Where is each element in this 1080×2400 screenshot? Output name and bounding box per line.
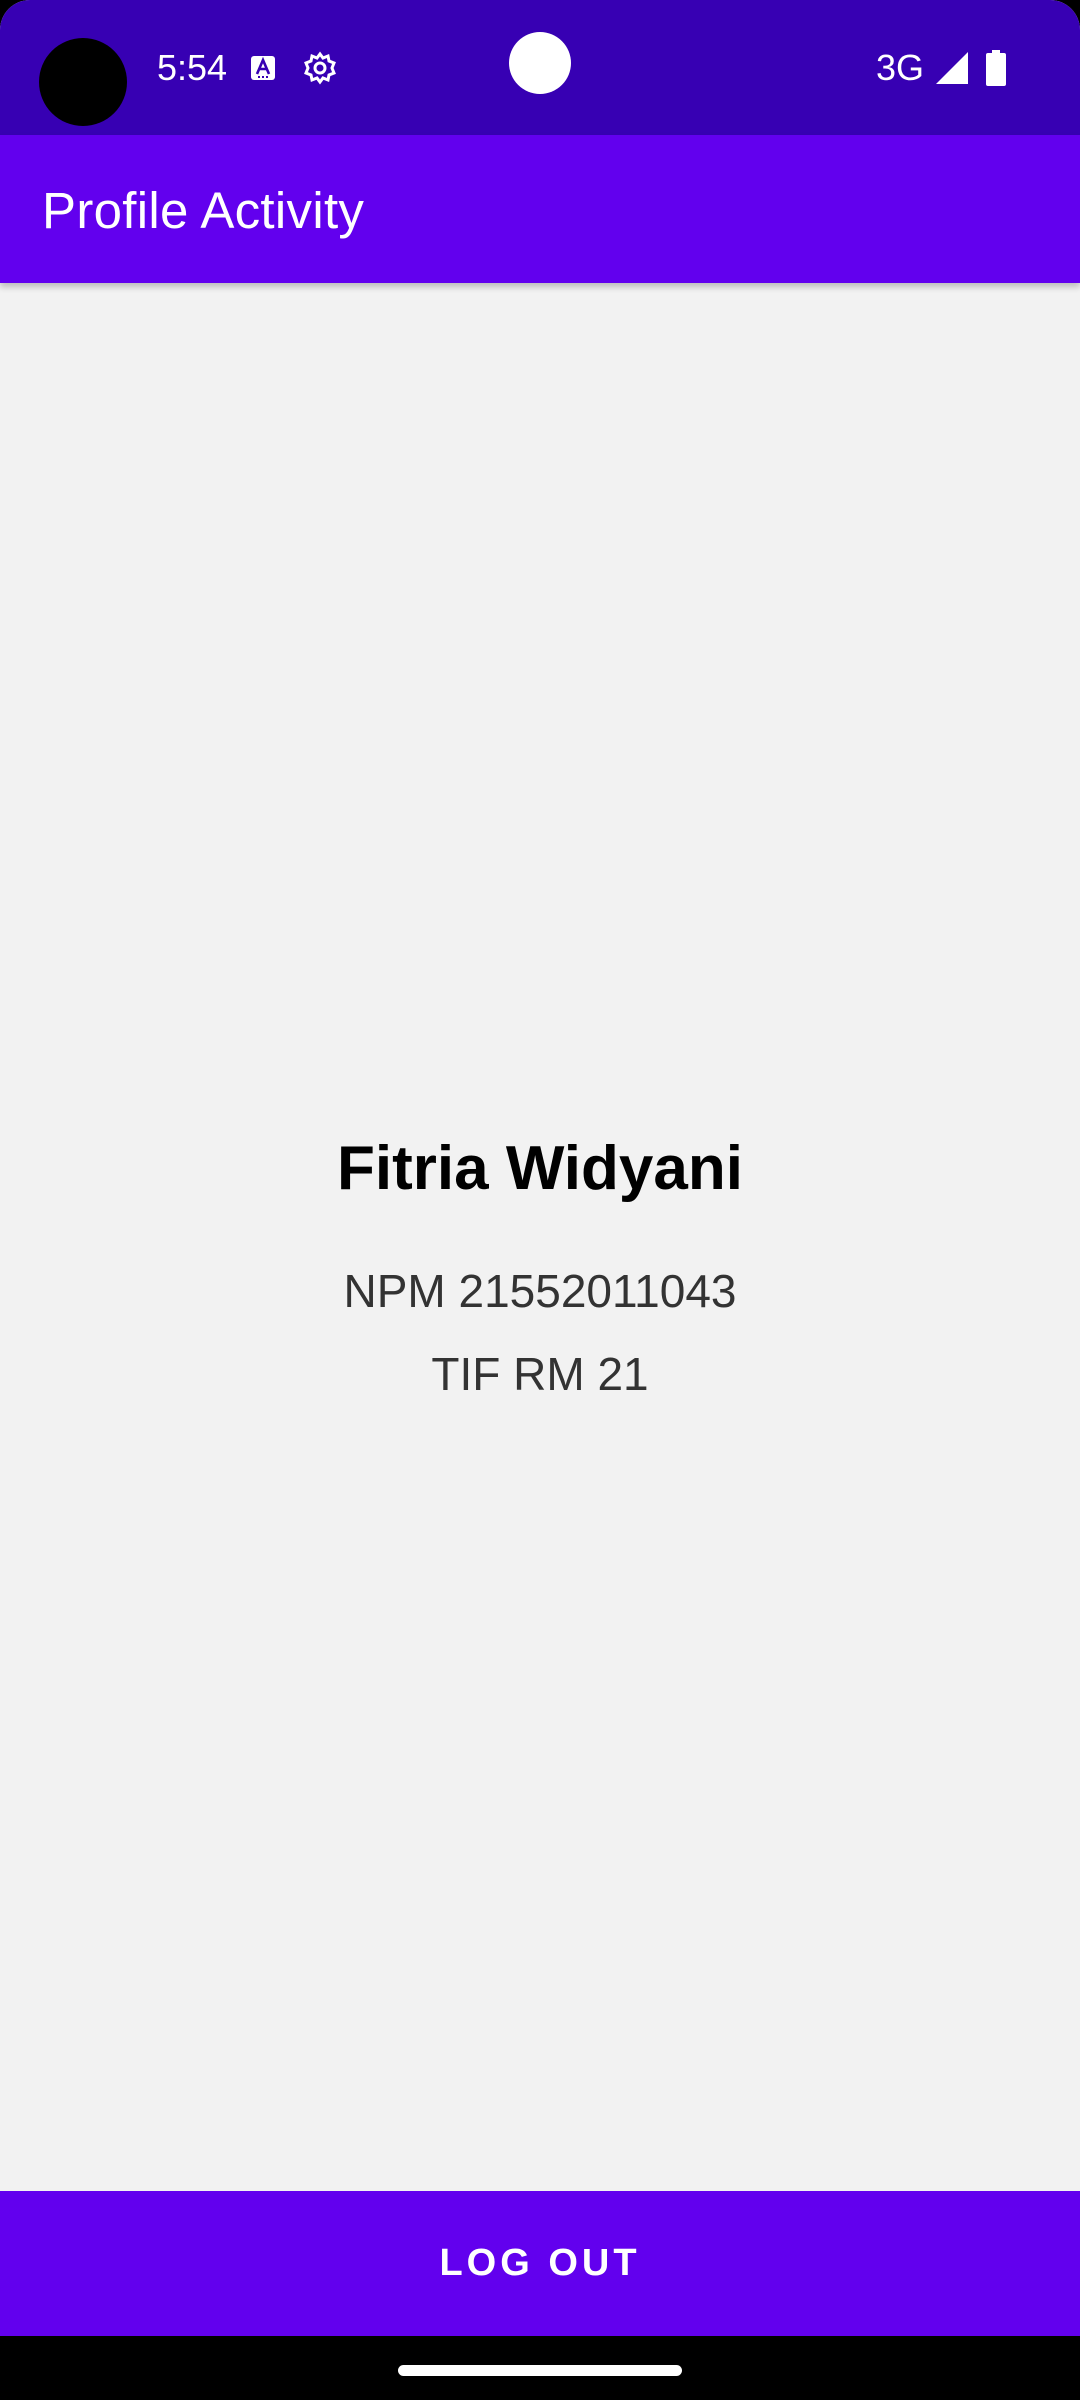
battery-icon [986, 50, 1006, 86]
logout-button[interactable]: LOG OUT [0, 2191, 1080, 2336]
network-type: 3G [876, 47, 925, 88]
profile-class: TIF RM 21 [431, 1348, 649, 1400]
camera-cutout [39, 38, 127, 126]
profile-name: Fitria Widyani [337, 1134, 743, 1203]
status-bar: 5:54 3G [0, 0, 1080, 135]
home-indicator[interactable] [398, 2365, 682, 2376]
page-title: Profile Activity [42, 182, 365, 239]
app-bar: Profile Activity [0, 135, 1080, 283]
profile-content: Fitria Widyani NPM 21552011043 TIF RM 21 [0, 283, 1080, 2191]
navigation-bar [0, 2336, 1080, 2400]
status-time: 5:54 [157, 47, 228, 88]
screen: 5:54 3G Profile Activity Fitria Widyani … [0, 0, 1080, 2400]
profile-npm: NPM 21552011043 [343, 1265, 737, 1317]
front-sensor [509, 32, 571, 94]
signal-icon [936, 52, 968, 84]
text-a-notification-icon [250, 55, 276, 81]
gear-icon [302, 50, 338, 86]
